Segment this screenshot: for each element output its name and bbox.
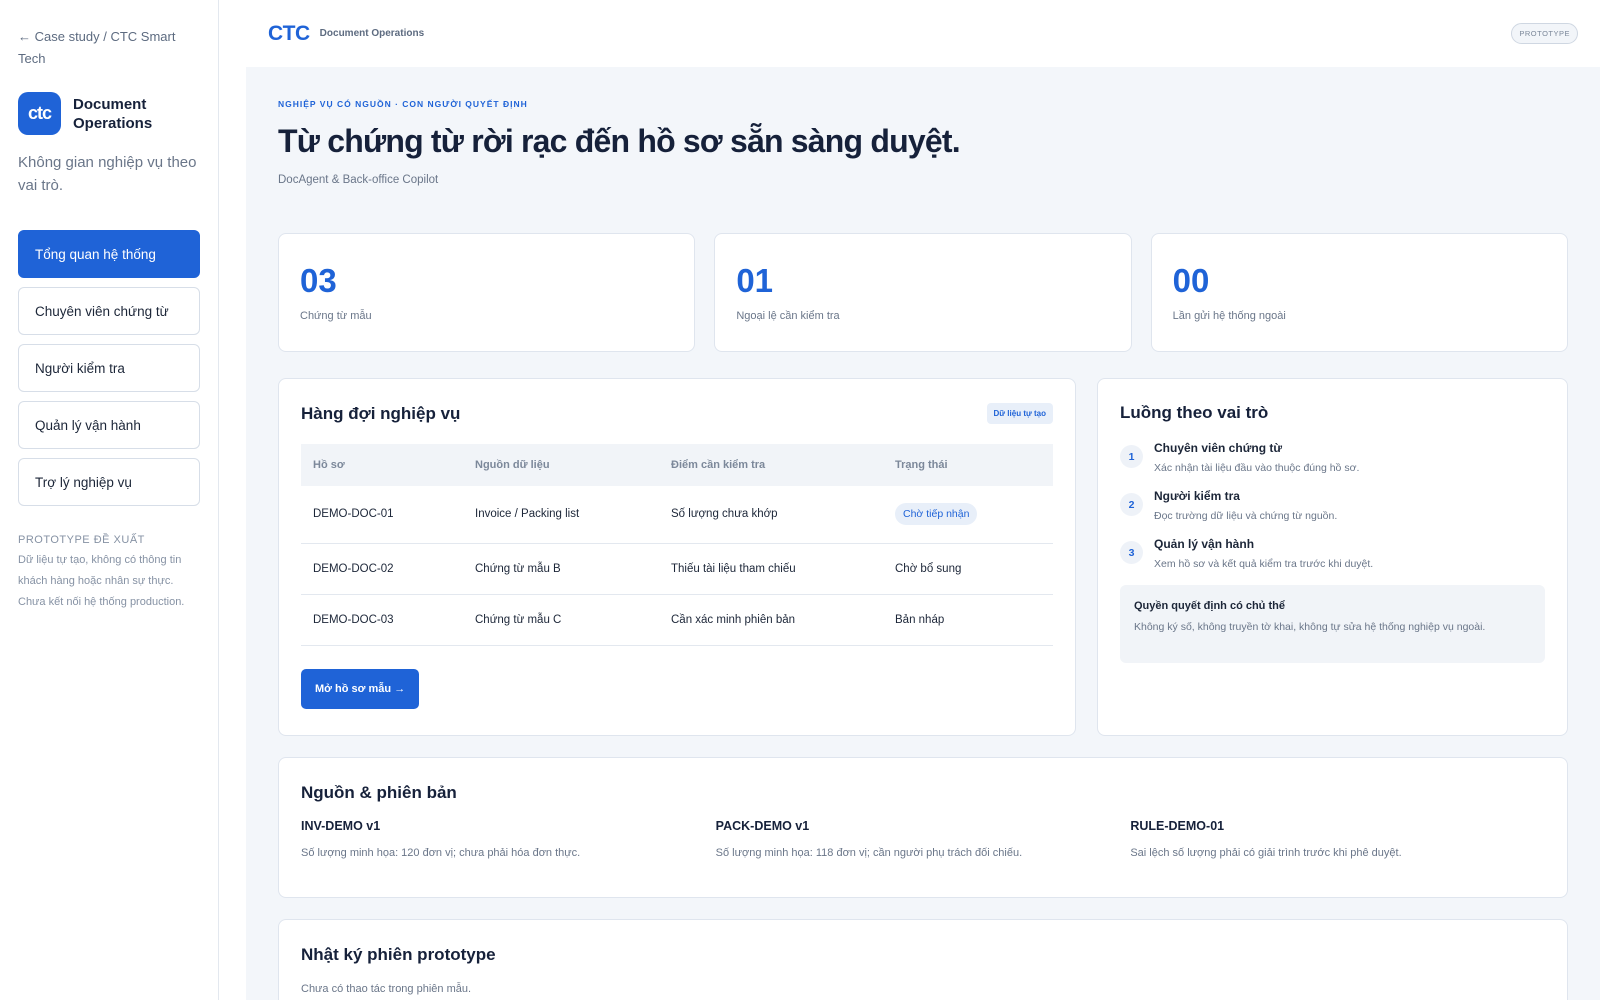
brand: ctc Document Operations <box>18 92 200 135</box>
stat-label: Ngoại lệ cần kiểm tra <box>736 310 840 322</box>
queue-title: Hàng đợi nghiệp vụ <box>301 403 461 423</box>
page-title: Từ chứng từ rời rạc đến hồ sơ sẵn sàng d… <box>278 123 961 159</box>
step-description: Xem hồ sơ và kết quả kiểm tra trước khi … <box>1154 558 1374 570</box>
nav-item-business-assistant[interactable]: Trợ lý nghiệp vụ <box>18 458 200 506</box>
table-row[interactable]: DEMO-DOC-03 Chứng từ mẫu C Cần xác minh … <box>301 594 1053 646</box>
sources-versions-card: Nguồn & phiên bản INV-DEMO v1 Số lượng m… <box>278 757 1568 898</box>
note-text: Không ký số, không truyền tờ khai, không… <box>1134 621 1486 633</box>
nav-item-reviewer[interactable]: Người kiểm tra <box>18 344 200 392</box>
brand-logo: ctc <box>18 92 61 135</box>
step-description: Đọc trường dữ liệu và chứng từ nguồn. <box>1154 510 1338 522</box>
source-description: Số lượng minh họa: 120 đơn vị; chưa phải… <box>301 847 581 859</box>
column-header-check-point: Điểm cần kiểm tra <box>659 444 883 486</box>
stat-label: Lần gửi hệ thống ngoài <box>1172 310 1286 322</box>
flow-step: 3 Quản lý vận hành Xem hồ sơ và kết quả … <box>1120 537 1545 570</box>
content: NGHIỆP VỤ CÓ NGUỒN · CON NGƯỜI QUYẾT ĐỊN… <box>246 67 1600 1000</box>
step-number: 3 <box>1120 541 1143 564</box>
source-title: PACK-DEMO v1 <box>715 819 810 833</box>
self-generated-data-tag: Dữ liệu tự tạo <box>986 403 1053 424</box>
note-title: Quyền quyết định có chủ thể <box>1134 600 1285 612</box>
source-description: Sai lệch số lượng phải có giải trình trư… <box>1130 847 1402 859</box>
cell-source: Invoice / Packing list <box>463 486 659 544</box>
sources-grid: INV-DEMO v1 Số lượng minh họa: 120 đơn v… <box>301 819 1545 859</box>
cell-record: DEMO-DOC-01 <box>301 486 463 544</box>
status-badge: Chờ tiếp nhận <box>895 503 978 526</box>
log-title: Nhật ký phiên prototype <box>301 945 496 964</box>
step-title: Chuyên viên chứng từ <box>1154 441 1283 455</box>
sidebar: ← Case study / CTC Smart Tech ctc Docume… <box>0 0 219 1000</box>
cell-status: Chờ bổ sung <box>883 543 1053 595</box>
page-subtitle: DocAgent & Back-office Copilot <box>278 174 439 186</box>
top-title: Document Operations <box>319 28 425 39</box>
cell-source: Chứng từ mẫu C <box>463 594 659 646</box>
step-body: Quản lý vận hành Xem hồ sơ và kết quả ki… <box>1154 537 1373 570</box>
prototype-badge: PROTOTYPE <box>1511 23 1578 44</box>
business-queue-card: Hàng đợi nghiệp vụ Dữ liệu tự tạo Hồ sơ … <box>278 378 1076 736</box>
queue-header: Hàng đợi nghiệp vụ Dữ liệu tự tạo <box>301 403 1053 424</box>
stat-value: 03 <box>300 262 337 299</box>
flow-step: 1 Chuyên viên chứng từ Xác nhận tài liệu… <box>1120 441 1545 474</box>
source-description: Số lượng minh họa: 118 đơn vị; cần người… <box>715 847 1023 859</box>
stats-row: 03 Chứng từ mẫu 01 Ngoại lệ cần kiểm tra… <box>278 233 1568 352</box>
column-header-status: Trạng thái <box>883 444 1053 486</box>
sidebar-description: Không gian nghiệp vụ theo vai trò. <box>18 154 197 194</box>
brand-name: Document Operations <box>73 95 153 132</box>
queue-flow-row: Hàng đợi nghiệp vụ Dữ liệu tự tạo Hồ sơ … <box>278 378 1568 736</box>
nav-item-system-overview[interactable]: Tổng quan hệ thống <box>18 230 200 278</box>
prototype-note-title: PROTOTYPE ĐỀ XUẤT <box>18 534 145 546</box>
source-item: INV-DEMO v1 Số lượng minh họa: 120 đơn v… <box>301 819 716 859</box>
flow-step: 2 Người kiểm tra Đọc trường dữ liệu và c… <box>1120 489 1545 522</box>
nav-item-document-specialist[interactable]: Chuyên viên chứng từ <box>18 287 200 335</box>
back-link[interactable]: ← Case study / CTC Smart Tech <box>18 26 200 70</box>
cell-record: DEMO-DOC-02 <box>301 543 463 595</box>
step-body: Người kiểm tra Đọc trường dữ liệu và chứ… <box>1154 489 1337 522</box>
column-header-source: Nguồn dữ liệu <box>463 444 659 486</box>
stat-card-exceptions: 01 Ngoại lệ cần kiểm tra <box>714 233 1132 352</box>
main-area: CTC Document Operations PROTOTYPE NGHIỆP… <box>246 0 1600 1000</box>
sources-title: Nguồn & phiên bản <box>301 783 457 802</box>
source-item: PACK-DEMO v1 Số lượng minh họa: 118 đơn … <box>716 819 1131 859</box>
step-body: Chuyên viên chứng từ Xác nhận tài liệu đ… <box>1154 441 1359 474</box>
stat-card-sample-documents: 03 Chứng từ mẫu <box>278 233 696 352</box>
open-sample-record-button[interactable]: Mở hồ sơ mẫu → <box>301 668 420 709</box>
stat-value: 01 <box>736 262 774 299</box>
topbar: CTC Document Operations PROTOTYPE <box>246 0 1600 67</box>
cell-status: Chờ tiếp nhận <box>883 486 1053 544</box>
sidebar-nav: Tổng quan hệ thống Chuyên viên chứng từ … <box>18 230 200 506</box>
column-header-record: Hồ sơ <box>301 444 463 486</box>
cell-record: DEMO-DOC-03 <box>301 594 463 646</box>
cell-check-point: Số lượng chưa khớp <box>659 486 883 544</box>
step-description: Xác nhận tài liệu đầu vào thuộc đúng hồ … <box>1154 462 1360 474</box>
top-logo: CTC <box>268 21 310 45</box>
hero-kicker: NGHIỆP VỤ CÓ NGUỒN · CON NGƯỜI QUYẾT ĐỊN… <box>278 99 528 109</box>
prototype-note: PROTOTYPE ĐỀ XUẤT Dữ liệu tự tạo, không … <box>18 534 200 613</box>
cell-check-point: Cần xác minh phiên bản <box>659 594 883 646</box>
cell-status: Bản nháp <box>883 594 1053 646</box>
table-row[interactable]: DEMO-DOC-01 Invoice / Packing list Số lư… <box>301 486 1053 544</box>
nav-item-operations-manager[interactable]: Quản lý vận hành <box>18 401 200 449</box>
prototype-note-text: Dữ liệu tự tạo, không có thông tin khách… <box>18 554 185 608</box>
table-header-row: Hồ sơ Nguồn dữ liệu Điểm cần kiểm tra Tr… <box>301 444 1053 486</box>
step-number: 1 <box>1120 445 1143 468</box>
source-item: RULE-DEMO-01 Sai lệch số lượng phải có g… <box>1130 819 1545 859</box>
session-log-card: Nhật ký phiên prototype Chưa có thao tác… <box>278 919 1568 1000</box>
cell-check-point: Thiếu tài liệu tham chiếu <box>659 543 883 595</box>
log-empty-text: Chưa có thao tác trong phiên mẫu. <box>301 983 472 995</box>
stat-card-external-sends: 00 Lần gửi hệ thống ngoài <box>1150 233 1568 352</box>
flow-steps: 1 Chuyên viên chứng từ Xác nhận tài liệu… <box>1120 441 1545 570</box>
source-title: RULE-DEMO-01 <box>1130 819 1225 833</box>
role-flow-card: Luồng theo vai trò 1 Chuyên viên chứng t… <box>1097 378 1568 736</box>
decision-authority-note: Quyền quyết định có chủ thể Không ký số,… <box>1120 585 1545 663</box>
cell-source: Chứng từ mẫu B <box>463 543 659 595</box>
queue-table: Hồ sơ Nguồn dữ liệu Điểm cần kiểm tra Tr… <box>301 444 1053 646</box>
step-title: Người kiểm tra <box>1154 489 1240 503</box>
stat-value: 00 <box>1172 262 1210 299</box>
table-row[interactable]: DEMO-DOC-02 Chứng từ mẫu B Thiếu tài liệ… <box>301 543 1053 595</box>
stat-label: Chứng từ mẫu <box>300 310 372 322</box>
step-title: Quản lý vận hành <box>1154 537 1255 551</box>
step-number: 2 <box>1120 493 1143 516</box>
source-title: INV-DEMO v1 <box>301 819 381 833</box>
flow-title: Luồng theo vai trò <box>1120 403 1269 422</box>
